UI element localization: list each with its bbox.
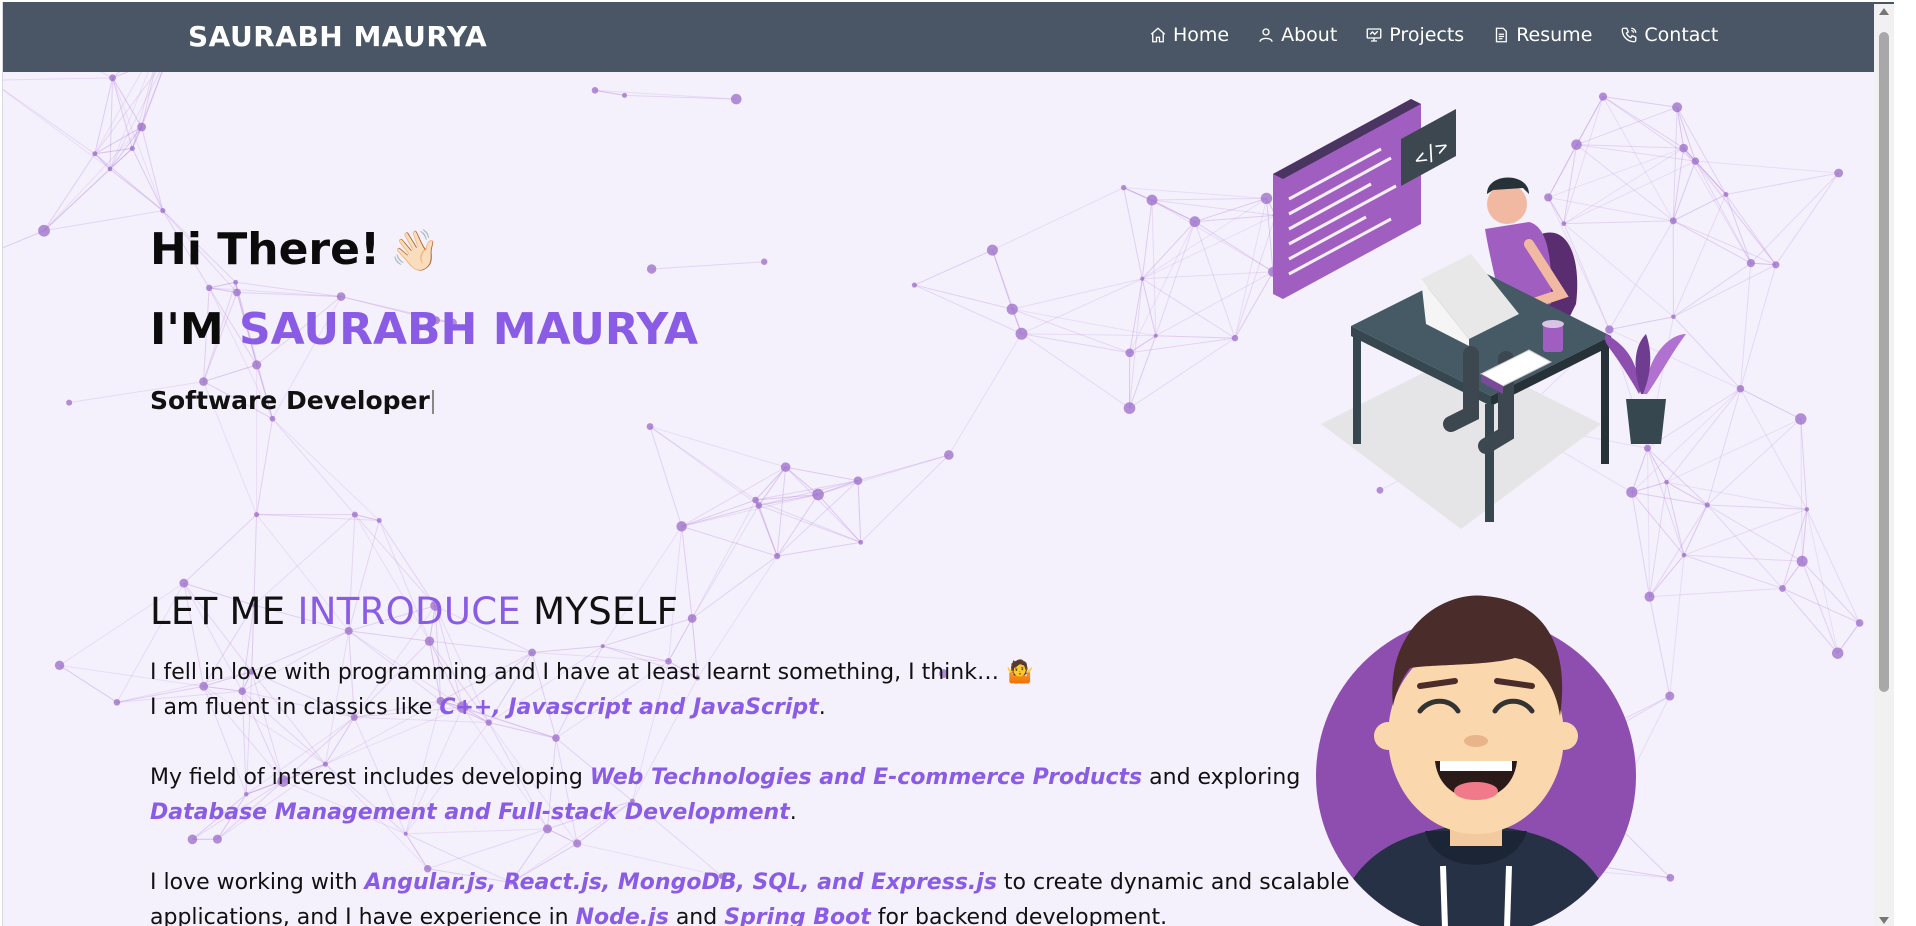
intro-title-accent: INTRODUCE [297,590,522,633]
intro-line-3-prefix: My field of interest includes developing [150,765,590,790]
intro-line-3-suffix: and exploring [1142,765,1301,790]
phone-icon [1621,27,1637,43]
role-text: Software Developer [150,386,430,415]
avatar-illustration [1316,595,1636,926]
intro-line-6-mid: and [668,905,725,926]
intro-line-2: I am fluent in classics like C++, Javasc… [150,690,826,725]
intro-line-4: Database Management and Full-stack Devel… [150,795,797,830]
intro-line-5: I love working with Angular.js, React.js… [150,865,1350,900]
typing-cursor [431,390,434,414]
intro-title-part2: MYSELF [533,590,679,633]
nav-home[interactable]: Home [1149,24,1229,46]
scroll-up-arrow-icon[interactable] [1879,8,1889,15]
name-heading: I'M SAURABH MAURYA [150,304,698,355]
nav-resume-label: Resume [1516,24,1593,46]
im-prefix: I'M [150,304,224,355]
developer-illustration: </> [1273,99,1686,529]
intro-line-3: My field of interest includes developing… [150,760,1300,795]
intro-line-2-suffix: . [818,695,826,720]
intro-line-5-suffix: to create dynamic and scalable [996,870,1350,895]
typewriter-role: Software Developer [150,386,434,415]
home-icon [1150,27,1166,43]
document-icon [1496,27,1508,43]
nav-contact[interactable]: Contact [1620,24,1718,46]
nav-about-label: About [1281,24,1338,46]
intro-line-6-suffix: for backend development. [870,905,1168,926]
nav-resume[interactable]: Resume [1492,24,1592,46]
navbar: SAURABH MAURYA Home About Projects Resum… [3,2,1894,72]
nav-about[interactable]: About [1257,24,1337,46]
brand-logo[interactable]: SAURABH MAURYA [188,20,487,53]
intro-line-6-highlight-1: Node.js [575,905,669,926]
wave-emoji: 👋🏻 [390,228,440,274]
nav-links: Home About Projects Resume Contact [1149,24,1718,46]
intro-line-6: applications, and I have experience in N… [150,900,1167,926]
hero-name: SAURABH MAURYA [238,304,699,355]
intro-line-1-text: I fell in love with programming and I ha… [150,660,1034,685]
intro-line-5-highlight: Angular.js, React.js, MongoDB, SQL, and … [364,870,997,895]
intro-line-6-prefix: applications, and I have experience in [150,905,576,926]
vertical-scrollbar[interactable] [1874,4,1894,926]
intro-title-part1: LET ME [150,590,286,633]
intro-line-4-highlight: Database Management and Full-stack Devel… [150,800,790,825]
user-icon [1259,28,1273,42]
intro-line-6-highlight-2: Spring Boot [724,905,871,926]
projects-icon [1366,28,1382,42]
greeting-text: Hi There! [150,224,381,275]
nav-contact-label: Contact [1644,24,1719,46]
scroll-down-arrow-icon[interactable] [1879,917,1889,924]
intro-line-3-highlight: Web Technologies and E-commerce Products [589,765,1143,790]
intro-line-5-prefix: I love working with [150,870,365,895]
greeting-heading: Hi There! 👋🏻 [150,224,440,275]
intro-title: LET ME INTRODUCE MYSELF [150,590,678,633]
scroll-thumb[interactable] [1879,32,1889,692]
intro-line-2-prefix: I am fluent in classics like [150,695,440,720]
intro-line-4-suffix: . [789,800,797,825]
nav-home-label: Home [1173,24,1230,46]
nav-projects-label: Projects [1389,24,1465,46]
intro-line-1: I fell in love with programming and I ha… [150,655,1033,690]
intro-line-2-highlight: C++, Javascript and JavaScript [439,695,819,720]
page: SAURABH MAURYA Home About Projects Resum… [2,2,1894,926]
nav-projects[interactable]: Projects [1365,24,1464,46]
